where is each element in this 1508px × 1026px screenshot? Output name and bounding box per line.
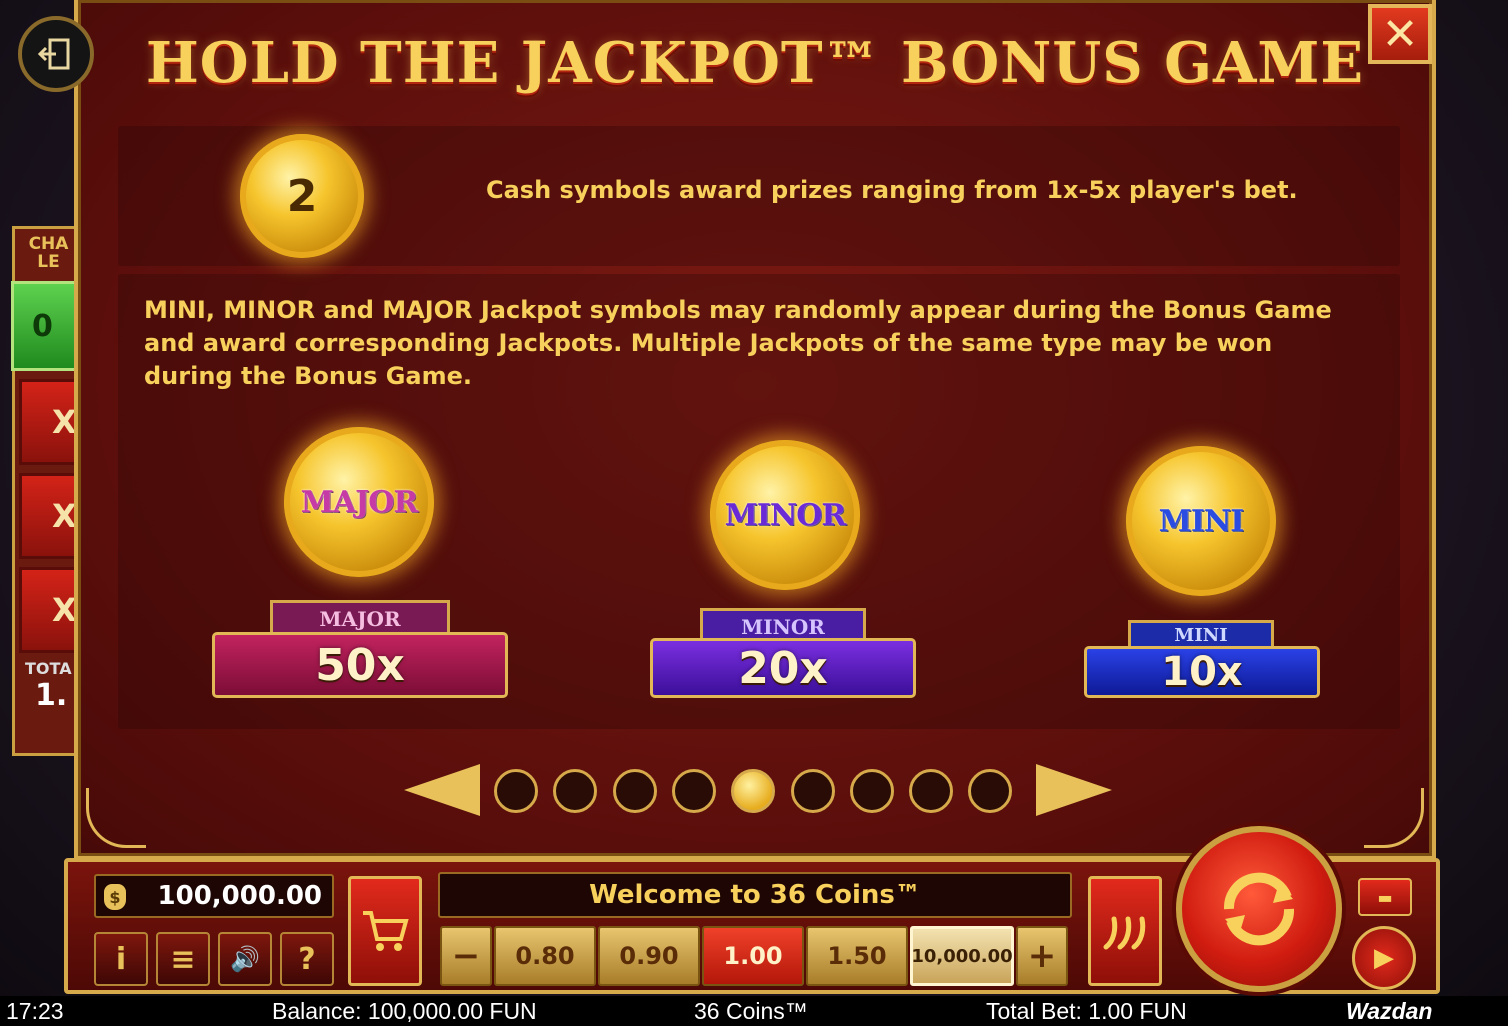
bet-option-selected[interactable]: 1.00: [702, 926, 804, 986]
increase-bet-button[interactable]: +: [1016, 926, 1068, 986]
page-dot[interactable]: [612, 769, 657, 813]
menu-button[interactable]: ≡: [156, 932, 210, 986]
welcome-message: Welcome to 36 Coins™: [438, 872, 1072, 918]
page-dot[interactable]: [494, 769, 538, 813]
buy-feature-button[interactable]: [348, 876, 422, 986]
chili-icon: [1103, 916, 1146, 950]
cash-coin-icon: 2: [240, 134, 364, 258]
status-bar: 17:23 Balance: 100,000.00 FUN 36 Coins™ …: [0, 996, 1508, 1026]
page-dot[interactable]: [790, 769, 835, 813]
side-multiplier: X: [19, 473, 78, 559]
brand-logo: Wazdan: [1346, 998, 1433, 1024]
side-green-value: 0: [11, 281, 78, 371]
cart-icon: [363, 911, 409, 951]
mini-value: 10x: [1084, 646, 1320, 698]
ornament-corner: [1364, 788, 1424, 848]
info-icon: i: [115, 941, 127, 977]
major-tag: MAJOR: [270, 600, 450, 634]
mini-coin-label: MINI: [1158, 503, 1245, 539]
decrease-bet-button[interactable]: −: [440, 926, 492, 986]
ornament-corner: [86, 788, 146, 848]
mini-tag: MINI: [1128, 620, 1274, 648]
major-coin-label: MAJOR: [300, 484, 419, 520]
info-button[interactable]: i: [94, 932, 148, 986]
jackpot-description: MINI, MINOR and MAJOR Jackpot symbols ma…: [144, 296, 1332, 390]
balance-value: 100,000.00: [157, 881, 322, 911]
exit-button[interactable]: [18, 16, 94, 92]
menu-icon: ≡: [170, 941, 196, 977]
clock: 17:23: [6, 998, 64, 1024]
turtle-icon: ▬: [1377, 887, 1393, 907]
side-total-label: TOTA: [25, 659, 72, 678]
minor-value: 20x: [650, 638, 916, 698]
minor-tag: MINOR: [700, 608, 866, 642]
modal-title: HOLD THE JACKPOT™ BONUS GAME: [145, 30, 1365, 96]
page-dot[interactable]: [671, 769, 716, 813]
bet-selector: − 0.80 0.90 1.00 1.50 10,000.00 +: [440, 926, 1070, 988]
bet-option[interactable]: 0.90: [598, 926, 700, 986]
status-balance: Balance: 100,000.00 FUN: [272, 998, 537, 1024]
side-panel: CHA LE 0 X X X' TOTA 1.: [11, 226, 86, 756]
page-dot[interactable]: [553, 769, 598, 813]
money-bag-icon: $: [104, 884, 126, 910]
play-icon: ▶: [1374, 943, 1394, 973]
close-button[interactable]: ✕: [1368, 4, 1432, 64]
game-name: 36 Coins™: [694, 998, 808, 1024]
mini-coin-icon: MINI: [1126, 446, 1276, 596]
side-multiplier: X: [19, 379, 78, 465]
side-panel-label: CHA LE: [28, 234, 69, 272]
minor-coin-label: MINOR: [724, 497, 847, 533]
spin-arrows-icon: [1223, 872, 1295, 946]
balance-display: $ 100,000.00: [94, 874, 334, 918]
page-dot-active[interactable]: [731, 769, 776, 813]
exit-icon: [37, 38, 70, 70]
major-coin-icon: MAJOR: [284, 427, 434, 577]
cash-description: Cash symbols award prizes ranging from 1…: [486, 176, 1298, 204]
help-icon: ?: [298, 941, 316, 977]
cash-coin-value: 2: [286, 170, 318, 222]
next-page-arrow-icon[interactable]: [1036, 764, 1112, 816]
side-total-value: 1.: [35, 678, 68, 713]
spin-button[interactable]: [1176, 826, 1342, 992]
sound-icon: 🔊: [230, 945, 260, 973]
chili-feature-button[interactable]: [1088, 876, 1162, 986]
major-value: 50x: [212, 632, 508, 698]
bet-option[interactable]: 0.80: [494, 926, 596, 986]
help-button[interactable]: ?: [280, 932, 334, 986]
sound-button[interactable]: 🔊: [218, 932, 272, 986]
status-total-bet: Total Bet: 1.00 FUN: [986, 998, 1187, 1024]
paytable-modal: HOLD THE JACKPOT™ BONUS GAME 2 Cash symb…: [74, 0, 1436, 860]
turbo-button[interactable]: ▬: [1358, 878, 1412, 916]
previous-page-arrow-icon[interactable]: [404, 764, 480, 816]
minor-coin-icon: MINOR: [710, 440, 860, 590]
max-bet-option[interactable]: 10,000.00: [910, 926, 1014, 986]
page-dot[interactable]: [909, 769, 954, 813]
page-dot[interactable]: [849, 769, 894, 813]
page-navigation: [404, 760, 1114, 820]
page-dot[interactable]: [968, 769, 1013, 813]
bet-option[interactable]: 1.50: [806, 926, 908, 986]
autoplay-button[interactable]: ▶: [1352, 926, 1416, 990]
side-multiplier: X': [19, 567, 86, 653]
